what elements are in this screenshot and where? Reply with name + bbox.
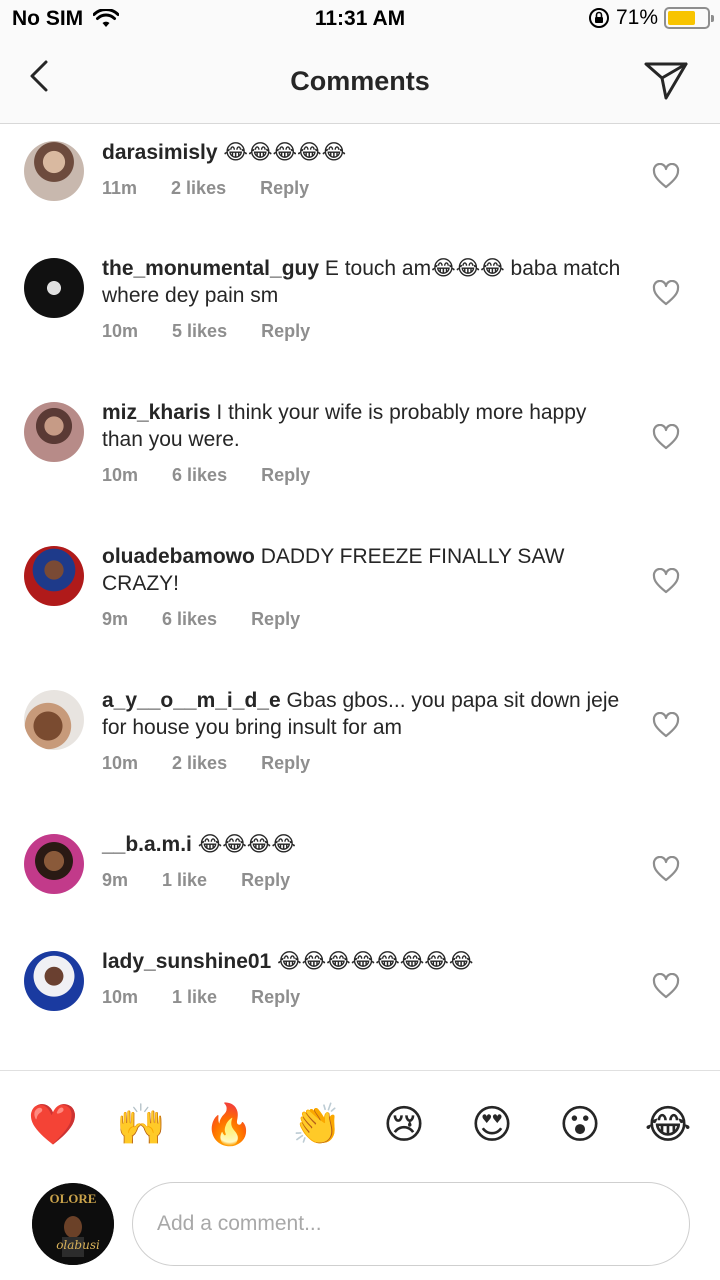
heart-outline-icon[interactable] (652, 973, 680, 999)
emoji-joy-button[interactable]: 😂 (644, 1101, 692, 1149)
comment-time: 10m (102, 753, 139, 773)
comment-time: 9m (102, 870, 129, 890)
reply-button[interactable]: Reply (260, 178, 309, 199)
avatar[interactable] (24, 546, 84, 606)
comment-body: lady_sunshine01 😂😂😂😂😂😂😂😂 10m 1 like Repl… (102, 948, 622, 1008)
paper-plane-icon[interactable] (642, 58, 690, 102)
comment-body: __b.a.m.i 😂😂😂😂 9m 1 like Reply (102, 831, 622, 891)
comment-likes[interactable]: 2 likes (172, 753, 227, 774)
comment-body: oluadebamowo DADDY FREEZE FINALLY SAW CR… (102, 543, 622, 630)
emoji-clap-button[interactable]: 👏 (292, 1101, 342, 1149)
comment-likes[interactable]: 1 like (162, 870, 207, 891)
comment-text: 😂😂😂😂 (191, 833, 296, 856)
comment-username[interactable]: the_monumental_guy (102, 257, 319, 280)
reply-button[interactable]: Reply (261, 753, 310, 774)
heart-outline-icon[interactable] (652, 712, 680, 738)
comment-likes[interactable]: 1 like (172, 987, 217, 1008)
comments-list: darasimisly 😂😂😂😂😂 11m 2 likes Reply the_… (0, 125, 720, 1070)
orientation-lock-icon (588, 8, 609, 28)
comment-text: 😂😂😂😂😂😂😂😂 (271, 950, 474, 973)
emoji-heart-eyes-button[interactable]: 😍 (468, 1101, 516, 1149)
page-title: Comments (290, 66, 430, 96)
battery-level (668, 11, 695, 25)
reply-button[interactable]: Reply (241, 870, 290, 891)
reply-button[interactable]: Reply (251, 987, 300, 1008)
emoji-fire-button[interactable]: 🔥 (204, 1101, 254, 1149)
status-bar: No SIM 11:31 AM 71% (0, 0, 720, 40)
comment-username[interactable]: __b.a.m.i (102, 833, 192, 856)
emoji-raised-hands-button[interactable]: 🙌 (116, 1101, 166, 1149)
comment-username[interactable]: lady_sunshine01 (102, 950, 271, 973)
battery-percent: 71% (615, 6, 658, 29)
avatar-logo-title: OLORE (50, 1191, 97, 1206)
comment-username[interactable]: oluadebamowo (102, 545, 255, 568)
comment-time: 10m (102, 465, 139, 485)
comment-likes[interactable]: 5 likes (172, 321, 227, 342)
comment-likes[interactable]: 6 likes (172, 465, 227, 486)
avatar[interactable] (24, 690, 84, 750)
comment-username[interactable]: a_y__o__m_i_d_e (102, 689, 281, 712)
comments-header: Comments (0, 40, 720, 124)
avatar[interactable] (24, 141, 84, 201)
comment-time: 11m (102, 178, 138, 198)
add-comment-input[interactable] (132, 1182, 690, 1266)
comment-username[interactable]: miz_kharis (102, 401, 211, 424)
battery-icon (664, 7, 714, 29)
avatar[interactable] (24, 951, 84, 1011)
status-right-group: 71% (588, 6, 714, 30)
heart-outline-icon[interactable] (652, 280, 680, 306)
comment-likes[interactable]: 2 likes (171, 178, 226, 199)
comment-likes[interactable]: 6 likes (162, 609, 217, 630)
comment-username[interactable]: darasimisly (102, 141, 218, 164)
heart-outline-icon[interactable] (652, 568, 680, 594)
emoji-heart-button[interactable]: ❤️ (28, 1101, 78, 1149)
comment-input-bar: OLORE olabusi (0, 1180, 720, 1280)
comment-text: 😂😂😂😂😂 (217, 141, 347, 164)
comment-time: 10m (102, 321, 139, 341)
avatar-logo-signature: olabusi (56, 1238, 100, 1252)
avatar[interactable]: OLORE olabusi (32, 1183, 114, 1265)
comment-body: darasimisly 😂😂😂😂😂 11m 2 likes Reply (102, 139, 622, 199)
comment-body: a_y__o__m_i_d_e Gbas gbos... you papa si… (102, 687, 622, 774)
comment-time: 9m (102, 609, 129, 629)
heart-outline-icon[interactable] (652, 856, 680, 882)
reply-button[interactable]: Reply (251, 609, 300, 630)
comment-body: the_monumental_guy E touch am😂😂😂 baba ma… (102, 255, 622, 342)
heart-outline-icon[interactable] (652, 424, 680, 450)
reply-button[interactable]: Reply (261, 465, 310, 486)
avatar[interactable] (24, 258, 84, 318)
avatar[interactable] (24, 402, 84, 462)
emoji-reaction-bar: ❤️ 🙌 🔥 👏 😢 😍 😮 😂 (0, 1070, 720, 1180)
emoji-cry-button[interactable]: 😢 (380, 1101, 428, 1149)
heart-outline-icon[interactable] (652, 163, 680, 189)
reply-button[interactable]: Reply (261, 321, 310, 342)
avatar[interactable] (24, 834, 84, 894)
comment-body: miz_kharis I think your wife is probably… (102, 399, 622, 486)
emoji-surprised-button[interactable]: 😮 (556, 1101, 604, 1149)
comment-time: 10m (102, 987, 139, 1007)
